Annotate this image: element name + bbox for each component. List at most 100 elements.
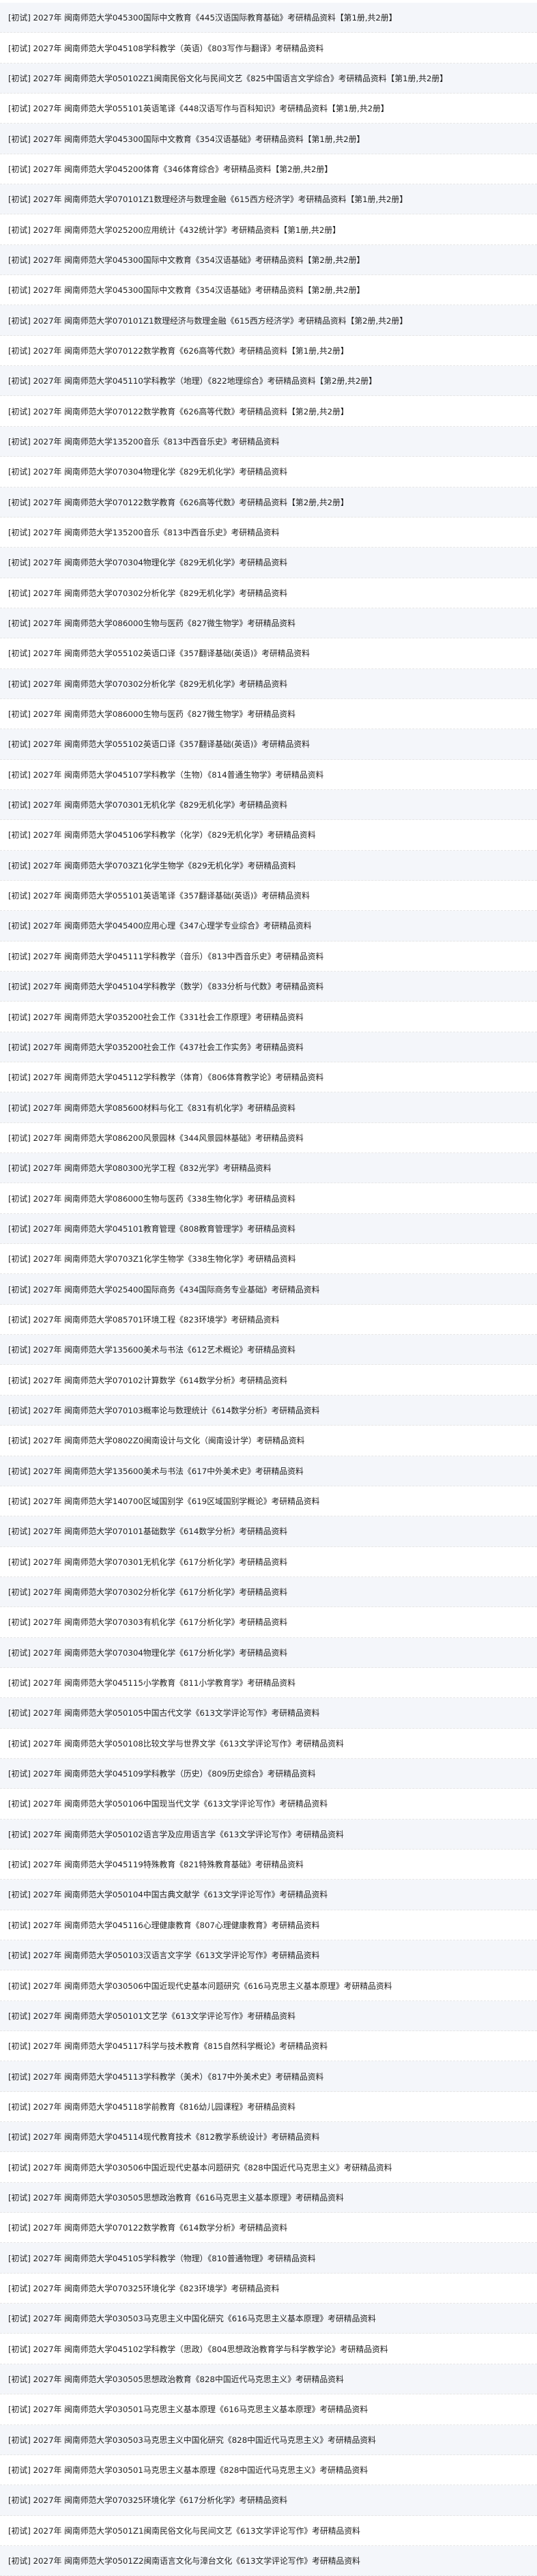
list-item[interactable]: [初试] 2027年 闽南师范大学045101教育管理《808教育管理学》考研精… [0,1213,537,1245]
list-item-link[interactable]: [初试] 2027年 闽南师范大学085701环境工程《823环境学》考研精品资… [8,1314,279,1325]
list-item-link[interactable]: [初试] 2027年 闽南师范大学070304物理化学《829无机化学》考研精品… [8,466,287,477]
list-item-link[interactable]: [初试] 2027年 闽南师范大学050108比较文学与世界文学《613文学评论… [8,1738,344,1749]
list-item-link[interactable]: [初试] 2027年 闽南师范大学135600美术与书法《612艺术概论》考研精… [8,1344,295,1355]
list-item[interactable]: [初试] 2027年 闽南师范大学055102英语口译《357翻译基础(英语)》… [0,729,537,760]
list-item-link[interactable]: [初试] 2027年 闽南师范大学045102学科教学（思政）《804思想政治教… [8,2343,388,2355]
list-item-link[interactable]: [初试] 2027年 闽南师范大学0703Z1化学生物学《338生物化学》考研精… [8,1253,296,1264]
list-item-link[interactable]: [初试] 2027年 闽南师范大学025400国际商务《434国际商务专业基础》… [8,1284,319,1295]
list-item[interactable]: [初试] 2027年 闽南师范大学086000生物与医药《338生物化学》考研精… [0,1183,537,1214]
list-item[interactable]: [初试] 2027年 闽南师范大学0703Z1化学生物学《829无机化学》考研精… [0,850,537,881]
list-item[interactable]: [初试] 2027年 闽南师范大学050103汉语言文字学《613文学评论写作》… [0,1940,537,1971]
list-item[interactable]: [初试] 2027年 闽南师范大学070302分析化学《617分析化学》考研精品… [0,1576,537,1608]
list-item-link[interactable]: [初试] 2027年 闽南师范大学045112学科教学（体育）《806体育教学论… [8,1071,323,1083]
list-item-link[interactable]: [初试] 2027年 闽南师范大学070122数学教育《626高等代数》考研精品… [8,406,349,417]
list-item[interactable]: [初试] 2027年 闽南师范大学086200风景园林《344风景园林基础》考研… [0,1122,537,1154]
list-item[interactable]: [初试] 2027年 闽南师范大学030505思想政治教育《616马克思主义基本… [0,2182,537,2213]
list-item-link[interactable]: [初试] 2027年 闽南师范大学050102语言学及应用语言学《613文学评论… [8,1828,344,1840]
list-item[interactable]: [初试] 2027年 闽南师范大学135200音乐《813中西音乐史》考研精品资… [0,517,537,548]
list-item-link[interactable]: [初试] 2027年 闽南师范大学045117科学与技术教育《815自然科学概论… [8,2040,328,2052]
list-item[interactable]: [初试] 2027年 闽南师范大学070102计算数学《614数学分析》考研精品… [0,1365,537,1396]
list-item[interactable]: [初试] 2027年 闽南师范大学085701环境工程《823环境学》考研精品资… [0,1304,537,1335]
list-item[interactable]: [初试] 2027年 闽南师范大学0802Z0闽南设计与文化（闽南设计学）考研精… [0,1426,537,1456]
list-item-link[interactable]: [初试] 2027年 闽南师范大学055101英语笔译《357翻译基础(英语)》… [8,890,310,901]
list-item[interactable]: [初试] 2027年 闽南师范大学050106中国现当代文学《613文学评论写作… [0,1789,537,1820]
list-item[interactable]: [初试] 2027年 闽南师范大学0501Z1闽南民俗文化与民间文艺《613文学… [0,2515,537,2546]
list-item[interactable]: [初试] 2027年 闽南师范大学045108学科教学（英语）《803写作与翻译… [0,33,537,63]
list-item-link[interactable]: [初试] 2027年 闽南师范大学050105中国古代文学《613文学评论写作》… [8,1707,319,1718]
list-item[interactable]: [初试] 2027年 闽南师范大学030505思想政治教育《828中国近代马克思… [0,2364,537,2395]
list-item-link[interactable]: [初试] 2027年 闽南师范大学035200社会工作《437社会工作实务》考研… [8,1041,304,1053]
list-item-link[interactable]: [初试] 2027年 闽南师范大学045104学科教学（数学）《833分析与代数… [8,980,323,992]
list-item-link[interactable]: [初试] 2027年 闽南师范大学025200应用统计《432统计学》考研精品资… [8,224,340,236]
list-item-link[interactable]: [初试] 2027年 闽南师范大学0802Z0闽南设计与文化（闽南设计学）考研精… [8,1434,304,1446]
list-item-link[interactable]: [初试] 2027年 闽南师范大学086000生物与医药《827微生物学》考研精… [8,708,295,720]
list-item[interactable]: [初试] 2027年 闽南师范大学045300国际中文教育《354汉语基础》考研… [0,244,537,276]
list-item[interactable]: [初试] 2027年 闽南师范大学135200音乐《813中西音乐史》考研精品资… [0,426,537,457]
list-item-link[interactable]: [初试] 2027年 闽南师范大学085600材料与化工《831有机化学》考研精… [8,1102,295,1114]
list-item-link[interactable]: [初试] 2027年 闽南师范大学030501马克思主义基本原理《616马克思主… [8,2403,368,2415]
list-item[interactable]: [初试] 2027年 闽南师范大学045111学科教学（音乐）《813中西音乐史… [0,941,537,972]
list-item-link[interactable]: [初试] 2027年 闽南师范大学045119特殊教育《821特殊教育基础》考研… [8,1858,304,1870]
list-item[interactable]: [初试] 2027年 闽南师范大学070325环境化学《617分析化学》考研精品… [0,2485,537,2516]
list-item-link[interactable]: [初试] 2027年 闽南师范大学086000生物与医药《338生物化学》考研精… [8,1193,295,1204]
list-item-link[interactable]: [初试] 2027年 闽南师范大学045300国际中文教育《354汉语基础》考研… [8,133,364,145]
list-item[interactable]: [初试] 2027年 闽南师范大学045116心理健康教育《807心理健康教育》… [0,1910,537,1940]
list-item-link[interactable]: [初试] 2027年 闽南师范大学045106学科教学（化学）《829无机化学》… [8,829,316,840]
list-item[interactable]: [初试] 2027年 闽南师范大学070325环境化学《823环境学》考研精品资… [0,2273,537,2304]
list-item[interactable]: [初试] 2027年 闽南师范大学055102英语口译《357翻译基础(英语)》… [0,638,537,669]
list-item[interactable]: [初试] 2027年 闽南师范大学070304物理化学《617分析化学》考研精品… [0,1637,537,1668]
list-item[interactable]: [初试] 2027年 闽南师范大学070101基础数学《614数学分析》考研精品… [0,1516,537,1547]
list-item-link[interactable]: [初试] 2027年 闽南师范大学070302分析化学《829无机化学》考研精品… [8,587,287,599]
list-item-link[interactable]: [初试] 2027年 闽南师范大学070304物理化学《617分析化学》考研精品… [8,1647,287,1658]
list-item-link[interactable]: [初试] 2027年 闽南师范大学070304物理化学《829无机化学》考研精品… [8,556,287,568]
list-item[interactable]: [初试] 2027年 闽南师范大学045114现代教育技术《812教学系统设计》… [0,2122,537,2153]
list-item[interactable]: [初试] 2027年 闽南师范大学045102学科教学（思政）《804思想政治教… [0,2334,537,2364]
list-item-link[interactable]: [初试] 2027年 闽南师范大学050106中国现当代文学《613文学评论写作… [8,1798,328,1809]
list-item[interactable]: [初试] 2027年 闽南师范大学070122数学教育《614数学分析》考研精品… [0,2213,537,2244]
list-item-link[interactable]: [初试] 2027年 闽南师范大学135200音乐《813中西音乐史》考研精品资… [8,526,279,538]
list-item-link[interactable]: [初试] 2027年 闽南师范大学045200体育《346体育综合》考研精品资料… [8,163,332,175]
list-item[interactable]: [初试] 2027年 闽南师范大学045104学科教学（数学）《833分析与代数… [0,972,537,1002]
list-item[interactable]: [初试] 2027年 闽南师范大学045115小学教育《811小学教育学》考研精… [0,1667,537,1699]
list-item[interactable]: [初试] 2027年 闽南师范大学070101Z1数理经济与数理金融《615西方… [0,184,537,215]
list-item[interactable]: [初试] 2027年 闽南师范大学0501Z2闽南语言文化与漳台文化《613文学… [0,2545,537,2576]
list-item-link[interactable]: [初试] 2027年 闽南师范大学070101Z1数理经济与数理金融《615西方… [8,315,407,326]
list-item[interactable]: [初试] 2027年 闽南师范大学070122数学教育《626高等代数》考研精品… [0,487,537,518]
list-item-link[interactable]: [初试] 2027年 闽南师范大学030506中国近现代史基本问题研究《828中… [8,2162,392,2173]
list-item-link[interactable]: [初试] 2027年 闽南师范大学030503马克思主义中国化研究《828中国近… [8,2434,376,2446]
list-item-link[interactable]: [初试] 2027年 闽南师范大学045300国际中文教育《354汉语基础》考研… [8,254,364,266]
list-item[interactable]: [初试] 2027年 闽南师范大学050102Z1闽南民俗文化与民间文艺《825… [0,63,537,94]
list-item-link[interactable]: [初试] 2027年 闽南师范大学0501Z2闽南语言文化与漳台文化《613文学… [8,2555,360,2566]
list-item[interactable]: [初试] 2027年 闽南师范大学030506中国近现代史基本问题研究《616马… [0,1970,537,2001]
list-item[interactable]: [初试] 2027年 闽南师范大学140700区域国别学《619区域国别学概论》… [0,1486,537,1517]
list-item-link[interactable]: [初试] 2027年 闽南师范大学070122数学教育《614数学分析》考研精品… [8,2222,287,2233]
list-item-link[interactable]: [初试] 2027年 闽南师范大学035200社会工作《331社会工作原理》考研… [8,1011,304,1023]
list-item[interactable]: [初试] 2027年 闽南师范大学045200体育《346体育综合》考研精品资料… [0,154,537,185]
list-item[interactable]: [初试] 2027年 闽南师范大学070304物理化学《829无机化学》考研精品… [0,457,537,487]
list-item-link[interactable]: [初试] 2027年 闽南师范大学070302分析化学《617分析化学》考研精品… [8,1586,287,1598]
list-item-link[interactable]: [初试] 2027年 闽南师范大学045108学科教学（英语）《803写作与翻译… [8,42,323,54]
list-item[interactable]: [初试] 2027年 闽南师范大学070302分析化学《829无机化学》考研精品… [0,578,537,608]
list-item-link[interactable]: [初试] 2027年 闽南师范大学070325环境化学《823环境学》考研精品资… [8,2282,279,2294]
list-item[interactable]: [初试] 2027年 闽南师范大学045113学科教学（美术）《817中外美术史… [0,2061,537,2092]
list-item[interactable]: [初试] 2027年 闽南师范大学030503马克思主义中国化研究《828中国近… [0,2424,537,2455]
list-item[interactable]: [初试] 2027年 闽南师范大学070101Z1数理经济与数理金融《615西方… [0,305,537,336]
list-item[interactable]: [初试] 2027年 闽南师范大学045400应用心理《347心理学专业综合》考… [0,911,537,942]
list-item[interactable]: [初试] 2027年 闽南师范大学050104中国古典文献学《613文学评论写作… [0,1880,537,1910]
list-item[interactable]: [初试] 2027年 闽南师范大学045117科学与技术教育《815自然科学概论… [0,2031,537,2062]
list-item-link[interactable]: [初试] 2027年 闽南师范大学070103概率论与数理统计《614数学分析》… [8,1404,319,1416]
list-item-link[interactable]: [初试] 2027年 闽南师范大学080300光学工程《832光学》考研精品资料 [8,1162,272,1174]
list-item[interactable]: [初试] 2027年 闽南师范大学070301无机化学《617分析化学》考研精品… [0,1546,537,1577]
list-item[interactable]: [初试] 2027年 闽南师范大学070122数学教育《626高等代数》考研精品… [0,396,537,427]
list-item-link[interactable]: [初试] 2027年 闽南师范大学045110学科教学（地理）《822地理综合》… [8,375,377,386]
list-item-link[interactable]: [初试] 2027年 闽南师范大学045105学科教学（物理）《810普通物理》… [8,2252,316,2264]
list-item[interactable]: [初试] 2027年 闽南师范大学030501马克思主义基本原理《828中国近代… [0,2454,537,2486]
list-item[interactable]: [初试] 2027年 闽南师范大学030506中国近现代史基本问题研究《828中… [0,2152,537,2183]
list-item-link[interactable]: [初试] 2027年 闽南师范大学045113学科教学（美术）《817中外美术史… [8,2071,323,2082]
list-item[interactable]: [初试] 2027年 闽南师范大学025200应用统计《432统计学》考研精品资… [0,214,537,245]
list-item[interactable]: [初试] 2027年 闽南师范大学035200社会工作《331社会工作原理》考研… [0,1002,537,1032]
list-item-link[interactable]: [初试] 2027年 闽南师范大学030505思想政治教育《616马克思主义基本… [8,2192,344,2203]
list-item-link[interactable]: [初试] 2027年 闽南师范大学055102英语口译《357翻译基础(英语)》… [8,647,310,659]
list-item-link[interactable]: [初试] 2027年 闽南师范大学070122数学教育《626高等代数》考研精品… [8,345,349,356]
list-item[interactable]: [初试] 2027年 闽南师范大学050101文艺学《613文学评论写作》考研精… [0,2000,537,2032]
